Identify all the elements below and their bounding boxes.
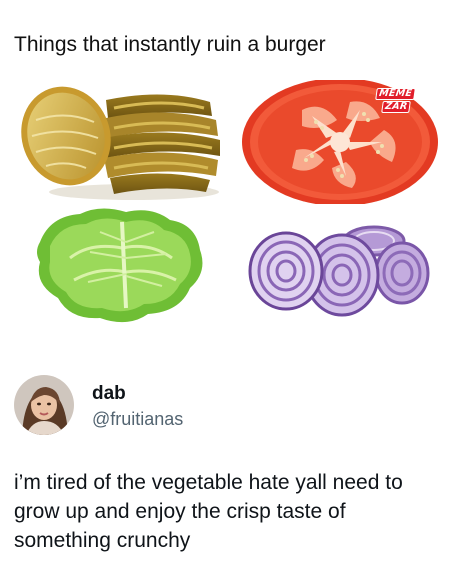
red-onion-image (246, 215, 442, 327)
meme-zar-watermark: MEME ZAR (375, 88, 417, 114)
meme-title: Things that instantly ruin a burger (14, 33, 326, 56)
pickles-image (14, 80, 228, 204)
avatar[interactable] (14, 375, 74, 435)
watermark-line-1: MEME (375, 88, 417, 100)
tweet-text: i’m tired of the vegetable hate yall nee… (14, 471, 403, 552)
display-name[interactable]: dab (92, 383, 126, 405)
watermark-line-2: ZAR (380, 101, 412, 113)
meme-post: Things that instantly ruin a burger MEME… (0, 0, 460, 575)
user-handle[interactable]: @fruitianas (92, 409, 183, 430)
lettuce-image (30, 202, 210, 330)
